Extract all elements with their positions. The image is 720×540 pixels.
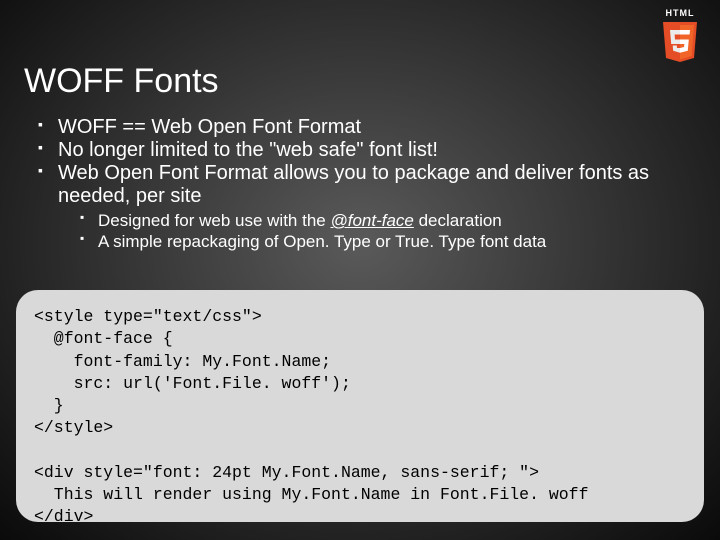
fontface-term: @font-face — [330, 211, 413, 230]
sub-bullet-item: Designed for web use with the @font-face… — [80, 210, 700, 231]
sub-text: declaration — [414, 211, 502, 230]
bullet-item: No longer limited to the "web safe" font… — [38, 139, 700, 162]
bullet-item: Web Open Font Format allows you to packa… — [38, 162, 700, 208]
slide-title: WOFF Fonts — [24, 62, 219, 101]
bullet-item: WOFF == Web Open Font Format — [38, 116, 700, 139]
bullet-list: WOFF == Web Open Font Format No longer l… — [38, 116, 700, 253]
html5-logo: HTML — [660, 8, 700, 64]
html5-shield-icon — [660, 20, 700, 64]
html5-logo-text: HTML — [660, 8, 700, 18]
sub-bullet-item: A simple repackaging of Open. Type or Tr… — [80, 231, 700, 252]
sub-text: Designed for web use with the — [98, 211, 330, 230]
code-example: <style type="text/css"> @font-face { fon… — [16, 290, 704, 522]
